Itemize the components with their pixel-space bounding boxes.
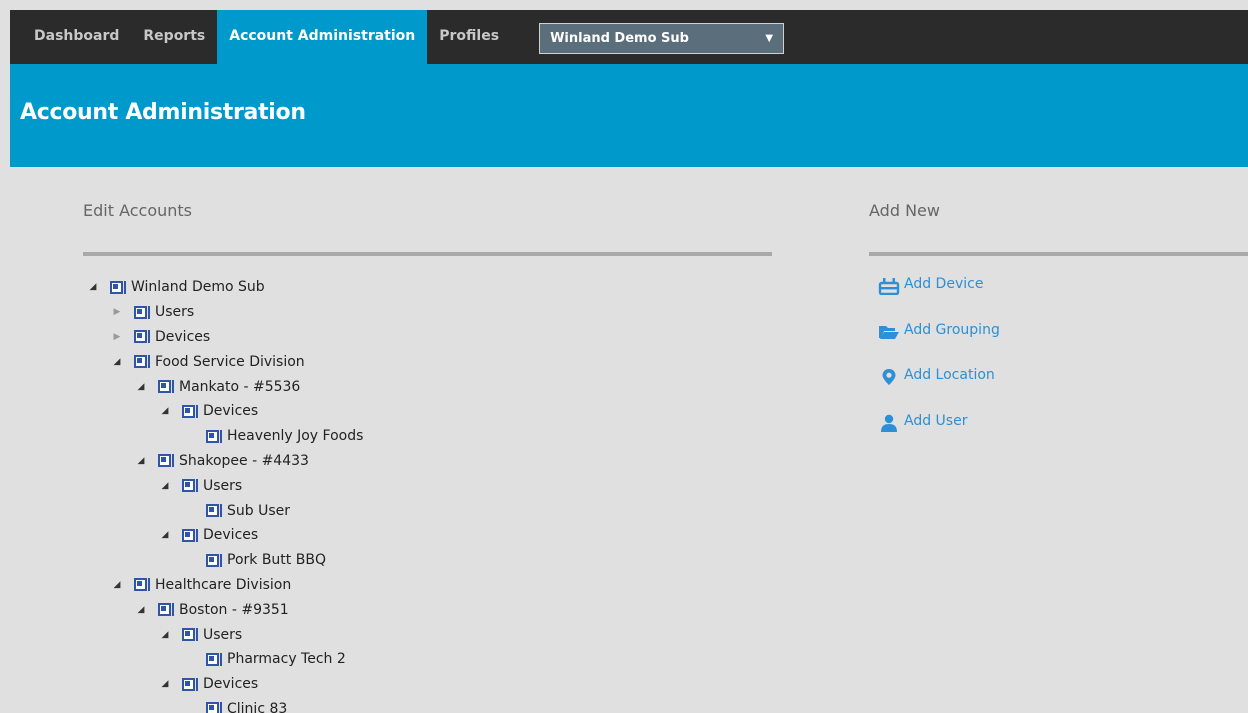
- tree-node[interactable]: ▶ Devices: [86, 325, 686, 350]
- expand-arrow-icon[interactable]: ▶: [110, 305, 124, 319]
- user-icon: [881, 414, 897, 432]
- tree-node-label[interactable]: Devices: [203, 403, 258, 419]
- expand-arrow-icon[interactable]: ▶: [110, 330, 124, 344]
- add-location-label: Add Location: [904, 367, 995, 383]
- collapse-arrow-icon[interactable]: ◢: [158, 479, 172, 493]
- tree-node[interactable]: ▶ Users: [86, 300, 686, 325]
- tree-node-icon: [182, 677, 198, 691]
- tree-node-label[interactable]: Users: [203, 478, 242, 494]
- tree-node-icon: [158, 380, 174, 394]
- tree-node[interactable]: ◢ Food Service Division: [86, 349, 686, 374]
- collapse-arrow-icon[interactable]: ◢: [158, 677, 172, 691]
- tree-node-icon: [206, 504, 222, 518]
- tree-node-label[interactable]: Devices: [155, 329, 210, 345]
- tree-node-label[interactable]: Winland Demo Sub: [131, 279, 265, 295]
- tab-account-administration[interactable]: Account Administration: [217, 10, 428, 64]
- tab-dashboard[interactable]: Dashboard: [10, 10, 131, 64]
- tree-node-label[interactable]: Shakopee - #4433: [179, 453, 309, 469]
- collapse-arrow-icon[interactable]: ◢: [158, 404, 172, 418]
- tree-node[interactable]: ◢ Devices: [86, 523, 686, 548]
- collapse-arrow-icon[interactable]: ◢: [158, 528, 172, 542]
- tab-reports[interactable]: Reports: [131, 10, 217, 64]
- tree-node-label[interactable]: Users: [203, 627, 242, 643]
- tree-node-label[interactable]: Pork Butt BBQ: [227, 552, 326, 568]
- tree-node-label[interactable]: Mankato - #5536: [179, 379, 300, 395]
- tree-node[interactable]: ◢Pharmacy Tech 2: [86, 647, 686, 672]
- tab-profiles[interactable]: Profiles: [427, 10, 511, 64]
- tree-node[interactable]: ◢ Healthcare Division: [86, 573, 686, 598]
- tree-node-label[interactable]: Heavenly Joy Foods: [227, 428, 363, 444]
- tree-node-icon: [158, 454, 174, 468]
- tree-node-icon: [134, 355, 150, 369]
- tree-node-label[interactable]: Food Service Division: [155, 354, 305, 370]
- add-device-label: Add Device: [904, 276, 984, 292]
- collapse-arrow-icon[interactable]: ◢: [110, 355, 124, 369]
- tree-node[interactable]: ◢ Devices: [86, 672, 686, 697]
- tree-node-label[interactable]: Devices: [203, 676, 258, 692]
- tree-node-icon: [182, 404, 198, 418]
- tree-node-icon: [206, 652, 222, 666]
- account-select-value: Winland Demo Sub: [550, 31, 689, 46]
- collapse-arrow-icon[interactable]: ◢: [158, 628, 172, 642]
- tree-node-label[interactable]: Sub User: [227, 503, 290, 519]
- accounts-tree: ◢ Winland Demo Sub ▶ Users ▶ Devices ◢ Food Ser…: [86, 275, 686, 713]
- add-user-label: Add User: [904, 412, 968, 429]
- tree-node-icon: [110, 280, 126, 294]
- edit-accounts-divider: [83, 252, 772, 256]
- tree-node[interactable]: ◢ Mankato - #5536: [86, 374, 686, 399]
- device-icon: [878, 278, 900, 295]
- tree-node-label[interactable]: Boston - #9351: [179, 602, 289, 618]
- add-location-link[interactable]: Add Location: [878, 367, 1000, 413]
- add-new-divider: [869, 252, 1248, 256]
- tree-node-icon: [206, 429, 222, 443]
- account-select[interactable]: Winland Demo Sub ▼: [539, 23, 785, 54]
- tree-node[interactable]: ◢Clinic 83: [86, 697, 686, 713]
- tree-node-label[interactable]: Healthcare Division: [155, 577, 291, 593]
- add-user-link[interactable]: Add User: [878, 413, 1000, 459]
- tree-node-icon: [206, 553, 222, 567]
- collapse-arrow-icon[interactable]: ◢: [134, 603, 148, 617]
- add-new-title: Add New: [869, 201, 940, 220]
- add-device-link[interactable]: Add Device: [878, 276, 1000, 322]
- tree-node-icon: [182, 479, 198, 493]
- tree-node-icon: [134, 305, 150, 319]
- tree-node[interactable]: ◢Sub User: [86, 498, 686, 523]
- tree-node-icon: [182, 628, 198, 642]
- tree-node-icon: [206, 702, 222, 713]
- top-nav-bar: Dashboard Reports Account Administration…: [10, 10, 1248, 64]
- collapse-arrow-icon[interactable]: ◢: [134, 380, 148, 394]
- add-grouping-link[interactable]: Add Grouping: [878, 322, 1000, 368]
- folder-open-icon: [879, 325, 899, 339]
- page-header: Account Administration: [10, 64, 1248, 167]
- tree-node-label[interactable]: Clinic 83: [227, 701, 287, 713]
- tree-node-label[interactable]: Users: [155, 304, 194, 320]
- tree-node[interactable]: ◢Pork Butt BBQ: [86, 548, 686, 573]
- collapse-arrow-icon[interactable]: ◢: [134, 454, 148, 468]
- tree-node-icon: [182, 528, 198, 542]
- tree-node[interactable]: ◢ Shakopee - #4433: [86, 449, 686, 474]
- tree-node[interactable]: ◢Heavenly Joy Foods: [86, 424, 686, 449]
- tree-node-label[interactable]: Pharmacy Tech 2: [227, 651, 346, 667]
- add-new-list: Add Device Add Grouping Add Location Add…: [878, 276, 1000, 458]
- tree-node[interactable]: ◢ Winland Demo Sub: [86, 275, 686, 300]
- tree-node-icon: [158, 603, 174, 617]
- collapse-arrow-icon[interactable]: ◢: [110, 578, 124, 592]
- tree-node-label[interactable]: Devices: [203, 527, 258, 543]
- tree-node-icon: [134, 330, 150, 344]
- tree-node[interactable]: ◢ Boston - #9351: [86, 597, 686, 622]
- tree-node[interactable]: ◢ Devices: [86, 399, 686, 424]
- chevron-down-icon: ▼: [765, 33, 774, 44]
- collapse-arrow-icon[interactable]: ◢: [86, 280, 100, 294]
- tree-node-icon: [134, 578, 150, 592]
- tree-node[interactable]: ◢ Users: [86, 473, 686, 498]
- tree-node[interactable]: ◢ Users: [86, 622, 686, 647]
- page-title: Account Administration: [20, 100, 306, 125]
- edit-accounts-title: Edit Accounts: [83, 201, 193, 220]
- add-grouping-label: Add Grouping: [904, 321, 1000, 338]
- map-pin-icon: [882, 369, 896, 385]
